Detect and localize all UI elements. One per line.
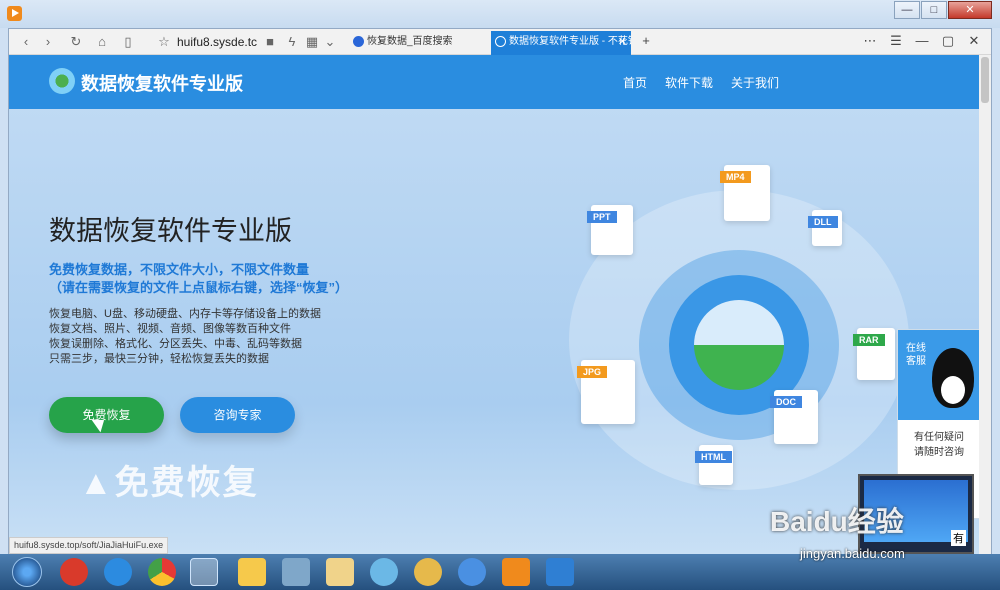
service-banner: 在线 客服 [898,330,980,420]
tab-label: 数据恢复软件专业版 - 不花钱 [509,36,631,47]
service-line-1: 有任何疑问 [914,432,964,443]
refresh-icon[interactable]: ↻ [67,33,85,51]
video-player-icon [7,6,22,21]
site-logo-text[interactable]: 数据恢复软件专业版 [81,70,243,96]
folder-icon[interactable] [238,558,266,586]
desc-line: 恢复文档、照片、视频、音频、图像等数百种文件 [49,323,291,335]
close-button[interactable]: ✕ [948,1,992,19]
more-icon[interactable]: ⋯ [861,33,879,49]
baidu-watermark: Baidu经验 [770,506,904,537]
baidu-watermark-url: jingyan.baidu.com [800,546,905,561]
ie-icon[interactable] [104,558,132,586]
baidu-paw-icon [353,36,364,47]
start-button[interactable] [12,557,42,587]
free-recovery-overlay-label: ▲免费恢复 [79,464,259,502]
new-tab-button[interactable]: + [637,33,655,48]
scroll-thumb[interactable] [981,57,989,103]
back-icon[interactable]: ‹ [17,33,35,51]
hero-description: 恢复电脑、U盘、移动硬盘、内存卡等存储设备上的数据 恢复文档、照片、视频、音频、… [49,307,321,367]
service-text: 有任何疑问 请随时咨询 [898,430,980,460]
hero-title: 数据恢复软件专业版 [49,216,292,246]
desc-line: 只需三步，最快三分钟，轻松恢复丢失的数据 [49,353,269,365]
edge-icon[interactable] [190,558,218,586]
desc-line: 恢复电脑、U盘、移动硬盘、内存卡等存储设备上的数据 [49,308,321,320]
logo-icon [49,68,75,94]
mp4-file-icon: MP4 [720,165,770,221]
tab-label: 恢复数据_百度搜索 [367,36,453,47]
maximize-button[interactable]: □ [921,1,947,19]
chrome-icon[interactable] [148,558,176,586]
browser-minimize-button[interactable]: — [913,33,931,48]
hero-subtitle-line-1: 免费恢复数据，不限文件大小，不限文件数量 [49,262,310,277]
app-icon-red[interactable] [60,558,88,586]
browser-toolbar: ‹ › ↻ ⌂ ▯ ☆ huifu8.sysde.tc ■ ϟ ▦ ⌄ 恢复数据… [9,29,991,55]
online-service-label: 在线 客服 [906,343,926,367]
site-nav: 首页 软件下载 关于我们 [623,74,779,91]
app-icon-blue[interactable] [546,558,574,586]
status-bar: huifu8.sysde.top/soft/JiaJiaHuiFu.exe [9,537,169,554]
network-icon[interactable] [282,558,310,586]
browser-close-button[interactable]: ✕ [965,33,983,49]
desc-line: 恢复误删除、格式化、分区丢失、中毒、乱码等数据 [49,338,302,350]
service-line-2: 请随时咨询 [914,447,964,458]
nav-home[interactable]: 首页 [623,74,647,91]
lightning-icon[interactable]: ϟ [283,33,301,51]
close-tab-icon[interactable]: ✕ [618,31,627,53]
media-icon[interactable] [458,558,486,586]
tab-baidu-search[interactable]: 恢复数据_百度搜索 [349,31,489,55]
minimize-button[interactable]: — [894,1,920,19]
nav-about[interactable]: 关于我们 [731,74,779,91]
home-icon[interactable]: ⌂ [93,33,111,51]
window-titlebar: — □ ✕ [0,0,1000,28]
dll-file-icon: DLL [808,210,842,246]
tab-data-recovery[interactable]: 数据恢复软件专业版 - 不花钱 ✕ [491,31,631,55]
web-page: 数据恢复软件专业版 首页 软件下载 关于我们 数据恢复软件专业版 免费恢复数据，… [9,55,991,554]
menu-icon[interactable]: ☰ [887,33,905,49]
browser-restore-button[interactable]: ▢ [939,33,957,49]
rar-file-icon: RAR [853,328,895,380]
recovery-illustration: MP4 PPT DLL RAR JPG DOC HTML [529,150,949,530]
reading-view-icon[interactable]: ▯ [119,33,137,51]
window-controls: — □ ✕ [893,1,992,19]
doc-file-icon: DOC [770,390,818,444]
jpg-file-icon: JPG [577,360,635,424]
hero-subtitle: 免费恢复数据，不限文件大小，不限文件数量 （请在需要恢复的文件上点鼠标右键，选择… [49,261,348,297]
favorite-star-icon[interactable]: ☆ [155,33,173,51]
site-header: 数据恢复软件专业版 首页 软件下载 关于我们 [9,55,979,109]
app-window: — □ ✕ ‹ › ↻ ⌂ ▯ ☆ huifu8.sysde.tc ■ ϟ ▦ … [0,0,1000,590]
paint-icon[interactable] [414,558,442,586]
ask-expert-button[interactable]: 咨询专家 [180,397,295,433]
browser-window: ‹ › ↻ ⌂ ▯ ☆ huifu8.sysde.tc ■ ϟ ▦ ⌄ 恢复数据… [8,28,992,554]
snowflake-icon[interactable] [370,558,398,586]
player-icon[interactable] [502,558,530,586]
address-bar[interactable]: huifu8.sysde.tc [177,35,257,49]
grid-icon[interactable]: ▦ [303,33,321,51]
globe-icon [495,36,506,47]
file-manager-icon[interactable] [326,558,354,586]
forward-icon[interactable]: › [39,33,57,51]
html-file-icon: HTML [695,445,733,485]
ppt-file-icon: PPT [587,205,633,255]
laptop-screen-text: 有 [951,530,966,546]
extension-icon[interactable]: ■ [261,33,279,51]
hero-subtitle-line-2: （请在需要恢复的文件上点鼠标右键，选择“恢复”） [49,280,349,295]
page-scrollbar[interactable] [979,55,991,554]
chevron-down-icon[interactable]: ⌄ [321,33,339,51]
qq-penguin-icon [932,348,974,408]
nav-download[interactable]: 软件下载 [665,74,713,91]
